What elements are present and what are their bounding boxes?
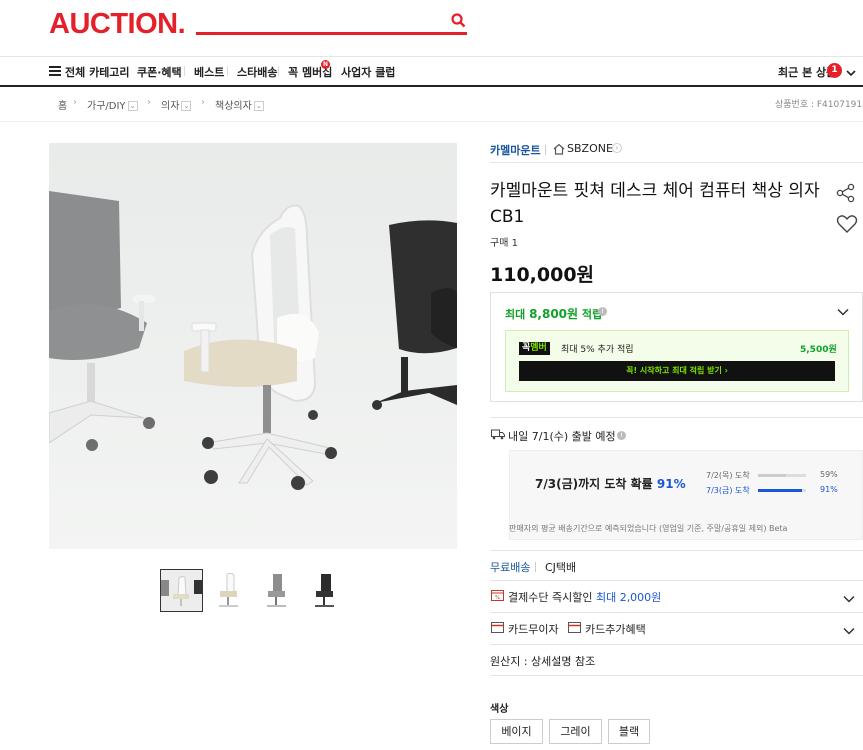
instant-discount[interactable]: 결제수단 즉시할인 최대 2,000원 xyxy=(508,589,661,605)
divider xyxy=(490,675,863,676)
calendar-icon: % xyxy=(491,589,504,604)
share-icon[interactable] xyxy=(836,183,856,206)
menu-icon[interactable] xyxy=(49,65,61,79)
store-icon xyxy=(553,143,565,158)
breadcrumb-home[interactable]: 홈 xyxy=(58,97,67,112)
divider xyxy=(535,562,536,572)
chevron-down-icon[interactable] xyxy=(846,66,856,80)
color-option-black[interactable]: 블랙 xyxy=(608,719,650,744)
header-divider xyxy=(0,56,863,57)
reward-prefix: 최대 xyxy=(505,308,530,321)
divider xyxy=(490,550,863,551)
shipping-schedule: 내일 7/1(수) 출발 예정 xyxy=(508,430,616,443)
thumbnail-2[interactable] xyxy=(207,569,250,612)
card-installment-link[interactable]: 카드무이자 xyxy=(508,621,559,637)
breadcrumb-separator-icon: › xyxy=(147,97,151,108)
credit-card-icon xyxy=(568,622,581,636)
delivery-bar xyxy=(758,489,806,492)
brand-link[interactable]: 카멜마운트 xyxy=(490,142,541,158)
arrival-text: 7/3(금)까지 도착 확률 xyxy=(535,477,657,491)
color-option-gray[interactable]: 그레이 xyxy=(549,719,602,744)
product-id: 상품번호 : F410719187 xyxy=(775,100,863,110)
new-badge-icon: N xyxy=(321,60,330,69)
chevron-down-icon[interactable]: ⌄ xyxy=(181,101,192,111)
divider xyxy=(490,644,863,645)
truck-icon xyxy=(491,429,505,443)
delivery-notice: 판매자의 평균 배송기간으로 예측되었습니다 (영업일 기준, 주말/공휴일 제… xyxy=(509,524,788,533)
membership-text: 최대 5% 추가 적립 xyxy=(561,345,634,355)
svg-text:%: % xyxy=(495,595,500,601)
divider xyxy=(545,145,546,155)
divider xyxy=(490,162,863,163)
chevron-down-icon[interactable] xyxy=(837,305,849,319)
nav-item-coupon[interactable]: 쿠폰·혜택 xyxy=(137,64,182,80)
thumbnail-1[interactable] xyxy=(160,569,203,612)
nav-divider xyxy=(227,66,228,76)
chevron-down-icon[interactable] xyxy=(843,624,855,638)
purchase-count: 구매 1 xyxy=(490,238,518,249)
credit-card-icon xyxy=(491,622,504,636)
chevron-down-icon[interactable]: ⌄ xyxy=(253,101,264,111)
delivery-bar-fill xyxy=(758,474,787,477)
delivery-row-pct: 59% xyxy=(820,470,838,479)
thumbnail-4[interactable] xyxy=(303,569,346,612)
free-shipping-label: 무료배송 xyxy=(490,561,531,574)
divider xyxy=(490,580,863,581)
chevron-down-icon[interactable] xyxy=(843,592,855,606)
auction-logo[interactable]: AUCTION. xyxy=(49,8,186,41)
breadcrumb-label: 의자 xyxy=(161,101,180,112)
membership-badge: 꼭멤버 xyxy=(519,342,550,355)
delivery-row-label: 7/2(목) 도착 xyxy=(706,471,750,480)
color-option-beige[interactable]: 베이지 xyxy=(490,719,543,744)
membership-amount: 5,500원 xyxy=(800,345,837,355)
delivery-bar xyxy=(758,474,806,477)
search-icon[interactable] xyxy=(451,13,466,31)
discount-amount: 최대 2,000원 xyxy=(595,591,662,604)
nav-divider xyxy=(278,66,279,76)
store-link[interactable]: SBZONE xyxy=(567,142,613,155)
membership-badge-b: 멤버 xyxy=(530,343,547,353)
breadcrumb-divider xyxy=(0,121,863,122)
thumbnail-3[interactable] xyxy=(255,569,298,612)
delivery-bar-fill xyxy=(758,489,802,492)
breadcrumb-label: 가구/DIY xyxy=(87,101,126,112)
nav-item-star-delivery[interactable]: 스타배송 xyxy=(237,64,277,80)
nav-item-best[interactable]: 베스트 xyxy=(194,64,224,80)
breadcrumb-separator-icon: › xyxy=(73,97,77,108)
discount-text: 결제수단 즉시할인 xyxy=(508,591,596,604)
product-title: 카멜마운트 핏쳐 데스크 체어 컴퓨터 책상 의자 CB1 xyxy=(490,181,820,227)
reward-amount: 8,800원 xyxy=(529,307,579,321)
chevron-right-icon[interactable]: › xyxy=(612,143,622,153)
breadcrumb-label: 책상의자 xyxy=(215,101,252,112)
breadcrumb-item[interactable]: 가구/DIY ⌄ xyxy=(87,97,138,112)
info-icon[interactable]: i xyxy=(598,307,607,316)
nav-all-categories[interactable]: 전체 카테고리 xyxy=(65,64,130,80)
membership-start-button[interactable]: 꼭! 시작하고 최대 적립 받기 › xyxy=(519,361,835,381)
reward-summary[interactable]: 최대 8,800원 적립 xyxy=(505,305,602,322)
product-main-image[interactable] xyxy=(49,143,457,549)
arrival-percent: 91% xyxy=(656,477,686,491)
nav-divider xyxy=(184,66,185,76)
search-input[interactable] xyxy=(196,32,467,35)
delivery-row-label: 7/3(금) 도착 xyxy=(706,486,750,495)
origin-info: 원산지 : 상세설명 참조 xyxy=(490,655,596,668)
card-extra-benefit-link[interactable]: 카드추가혜택 xyxy=(585,621,646,637)
carrier-label: CJ택배 xyxy=(545,561,577,574)
product-price: 110,000원 xyxy=(490,264,595,286)
breadcrumb-item[interactable]: 책상의자 ⌄ xyxy=(215,97,264,112)
info-icon[interactable]: i xyxy=(617,431,626,440)
heart-icon[interactable] xyxy=(836,214,858,237)
recent-count-badge: 1 xyxy=(827,63,842,78)
arrival-probability: 7/3(금)까지 도착 확률 91% xyxy=(535,475,686,492)
divider xyxy=(490,612,863,613)
delivery-row-pct: 91% xyxy=(820,485,838,494)
breadcrumb-item[interactable]: 의자 ⌄ xyxy=(161,97,192,112)
nav-item-business[interactable]: 사업자 클럽 xyxy=(341,64,395,80)
breadcrumb-separator-icon: › xyxy=(201,97,205,108)
divider xyxy=(490,417,863,418)
color-option-label: 색상 xyxy=(490,704,509,715)
chevron-down-icon[interactable]: ⌄ xyxy=(127,101,138,111)
nav-divider-bold xyxy=(0,85,863,87)
